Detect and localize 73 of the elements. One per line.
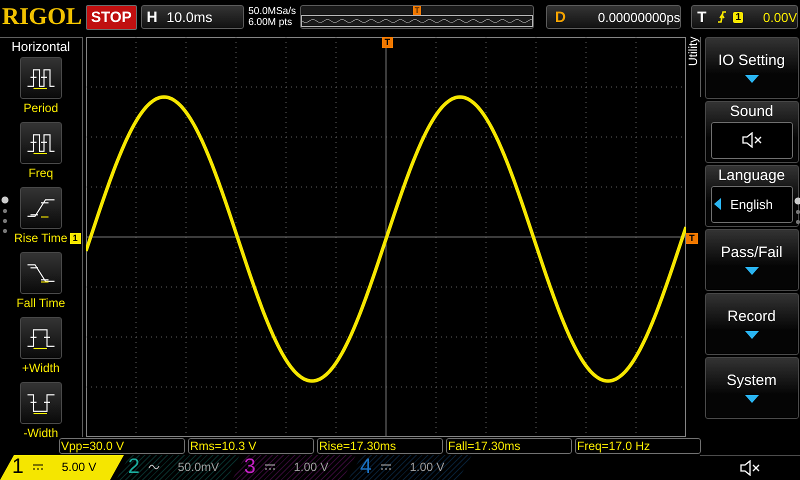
menu-button[interactable]: Record (704, 292, 799, 355)
menu-button[interactable]: Sound (704, 100, 799, 163)
channel-offset-marker[interactable]: 1 (70, 232, 81, 244)
dc-coupling-icon (264, 463, 276, 472)
channel-tab[interactable]: 2 50.0mV (116, 454, 240, 480)
left-arrow-icon (714, 198, 721, 210)
timebase-display[interactable]: H 10.0ms (140, 5, 244, 30)
menu-title: Utility (686, 36, 701, 97)
measurement-readout: Freq=17.0 Hz (575, 438, 701, 454)
dropdown-arrow-icon (744, 267, 759, 276)
channel-tab[interactable]: 4 1.00 V (348, 454, 472, 480)
measurement-readout: Fall=17.30ms (446, 438, 572, 454)
measure-button[interactable] (20, 122, 62, 164)
channel-scale: 5.00 V (62, 460, 96, 474)
page-indicator-icon (1, 196, 9, 236)
measure-label: Fall Time (16, 296, 66, 310)
rising-edge-icon (717, 10, 728, 24)
channel-scale: 1.00 V (294, 460, 328, 474)
sample-rate: 50.0MSa/s (248, 6, 296, 18)
channel-number: 2 (128, 455, 140, 480)
menu-button[interactable]: IO Setting (704, 36, 799, 99)
measure-button[interactable] (20, 316, 62, 359)
dropdown-arrow-icon (744, 331, 759, 340)
delay-label: D (554, 8, 567, 26)
trigger-display[interactable]: T 1 0.00V (691, 5, 798, 30)
run-stop-button[interactable]: STOP (86, 4, 137, 30)
channel-scale: 1.00 V (410, 460, 444, 474)
measure-button[interactable] (20, 382, 62, 424)
channel-number: 3 (244, 455, 256, 480)
measure-label: -Width (23, 426, 58, 440)
page-indicator-icon (794, 196, 800, 227)
selected-language: English (730, 196, 773, 212)
trigger-label: T (696, 8, 708, 26)
dc-coupling-icon (380, 463, 392, 472)
timebase-value: 10.0ms (166, 9, 212, 26)
channel-scale: 50.0mV (178, 460, 220, 474)
menu-button[interactable]: Language English (704, 164, 799, 227)
menu-button-label: Language (718, 166, 785, 184)
horizontal-label: H (146, 8, 158, 26)
measure-label: Rise Time (14, 230, 68, 245)
memory-depth: 6.00M pts (248, 17, 294, 28)
trigger-position-marker: T (412, 6, 422, 16)
trigger-level-marker[interactable]: T (686, 232, 698, 244)
brand-logo: RIGOL (2, 4, 82, 31)
menu-button[interactable]: System (704, 356, 799, 419)
language-selector[interactable]: English (710, 186, 793, 223)
measurement-readout: Vpp=30.0 V (59, 438, 185, 454)
delay-display[interactable]: D 0.00000000ps (546, 5, 682, 30)
measure-label: Freq (28, 166, 54, 180)
channel-tab[interactable]: 1 5.00 V (0, 454, 124, 480)
trigger-source-badge: 1 (733, 12, 744, 23)
ac-coupling-icon (148, 463, 160, 472)
dc-coupling-icon (32, 463, 44, 472)
delay-value: 0.00000000ps (598, 10, 680, 25)
sound-toggle[interactable] (710, 122, 793, 159)
channel-number: 4 (360, 455, 372, 480)
menu-button-label: Sound (730, 102, 774, 120)
dropdown-arrow-icon (744, 75, 759, 84)
measure-button[interactable] (20, 56, 62, 99)
measure-button[interactable] (20, 252, 62, 294)
muted-speaker-icon (739, 460, 761, 476)
trigger-position-marker[interactable]: T (382, 36, 394, 48)
measurement-readout: Rms=10.3 V (188, 438, 314, 454)
menu-button[interactable]: Pass/Fail (704, 228, 799, 291)
measurement-readout: Rise=17.30ms (317, 438, 443, 454)
measure-label: +Width (22, 360, 60, 375)
channel-number: 1 (12, 455, 24, 480)
trigger-level: 0.00V (763, 10, 797, 25)
dropdown-arrow-icon (744, 395, 759, 404)
channel-tab[interactable]: 3 1.00 V (232, 454, 356, 480)
menu-title: Horizontal (12, 38, 70, 54)
measure-button[interactable] (20, 186, 62, 229)
measure-label: Period (23, 100, 58, 115)
